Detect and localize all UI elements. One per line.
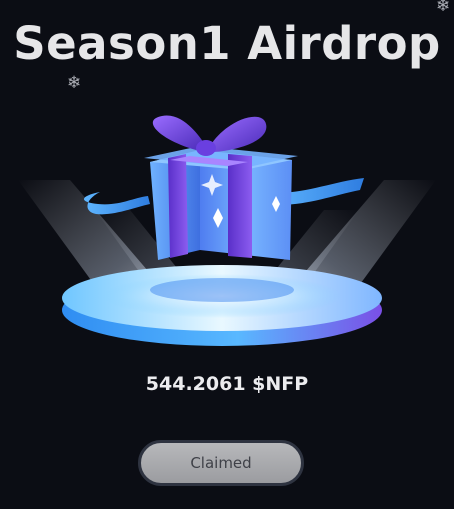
airdrop-amount: 544.2061 $NFP xyxy=(145,373,309,395)
snowflake-icon: ❄ xyxy=(67,73,82,93)
claimed-button[interactable]: Claimed xyxy=(138,440,304,486)
page-title: Season1 Airdrop xyxy=(13,17,441,70)
gift-icon xyxy=(18,115,436,346)
snowflake-icon: ❄ xyxy=(436,0,451,16)
airdrop-screen: Season1 Airdrop ❄ ❄ 544.2061 $NFP Claime… xyxy=(0,0,454,509)
